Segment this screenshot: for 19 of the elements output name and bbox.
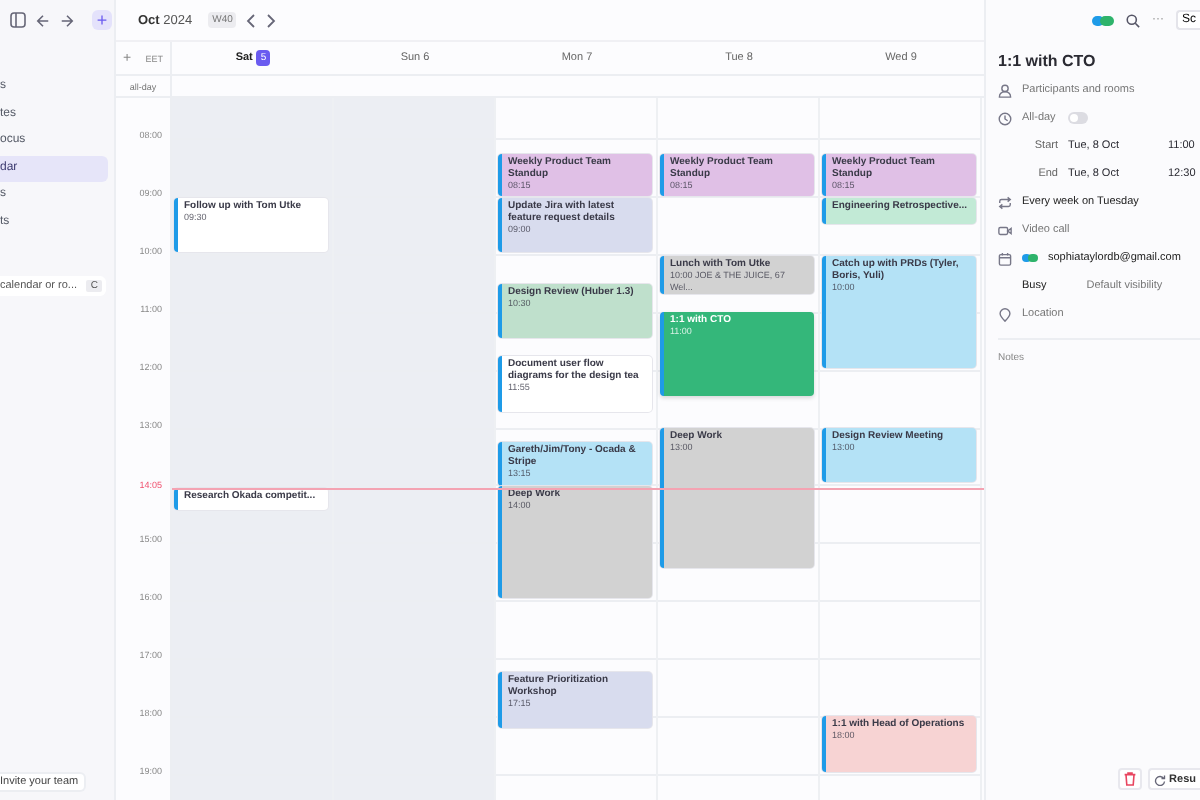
previous-icon[interactable] (246, 13, 257, 27)
calendar-icon (998, 251, 1012, 265)
clock-icon (998, 111, 1012, 125)
repeat-icon (998, 195, 1012, 209)
calendar-colors-icon[interactable] (1091, 15, 1114, 25)
calendar-colors-icon (1022, 254, 1038, 262)
delete-button[interactable] (1117, 768, 1142, 790)
back-arrow-icon[interactable] (36, 13, 50, 27)
person-icon (998, 83, 1012, 97)
all-day-toggle[interactable] (1067, 112, 1088, 124)
new-button[interactable]: + (92, 10, 112, 30)
search-icon[interactable] (1125, 13, 1140, 27)
location-icon (998, 307, 1012, 321)
forward-arrow-icon[interactable] (60, 13, 74, 27)
event-title: 1:1 with CTO (998, 52, 1098, 70)
video-icon (998, 223, 1012, 237)
next-icon[interactable] (266, 13, 277, 27)
sidebar-toggle-icon[interactable] (10, 12, 26, 28)
refresh-icon (1153, 773, 1166, 785)
